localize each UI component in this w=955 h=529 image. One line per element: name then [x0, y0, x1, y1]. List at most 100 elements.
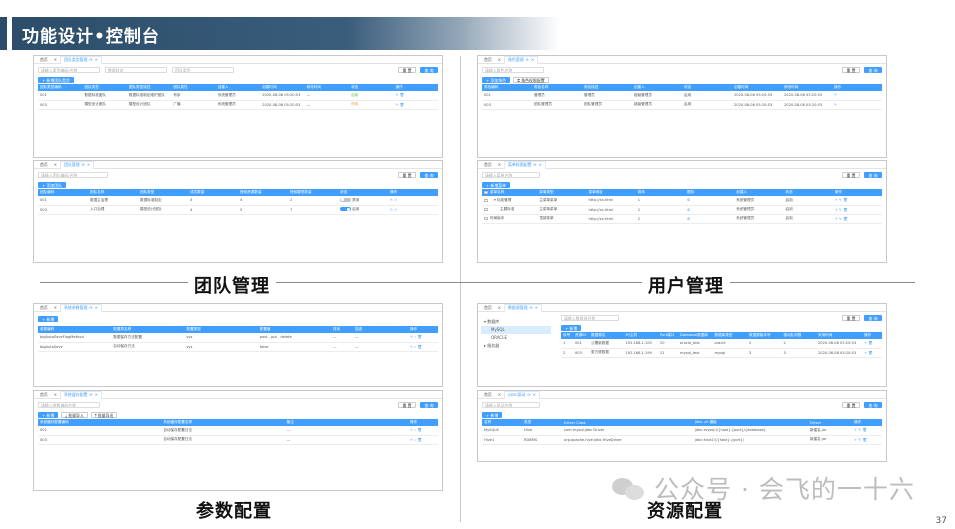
table-row[interactable]: 布局版本 顶部菜单 http://xx.html 2 ⚙ 系统管理员 启用 + ✎ 🗑	[482, 214, 882, 224]
search-icon[interactable]: ⌕	[414, 335, 416, 339]
delete-icon[interactable]: 🗑	[417, 345, 422, 349]
delete-icon[interactable]: 🗑	[417, 335, 422, 339]
tab-close-icon[interactable]: ✕	[51, 161, 60, 169]
plus-icon[interactable]: +	[410, 428, 413, 432]
delete-icon[interactable]: 🗑	[843, 198, 848, 202]
edit-icon[interactable]: ✎	[858, 428, 861, 432]
tree-node-server[interactable]: ▸ 服务器	[481, 342, 551, 350]
select-status[interactable]: 数据状态	[105, 66, 167, 73]
delete-icon[interactable]: 🗑	[400, 103, 405, 107]
add-menu-button[interactable]: + 新增菜单	[482, 181, 511, 188]
refresh-icon[interactable]: ⟳	[530, 304, 533, 312]
edit-icon[interactable]: ✎	[410, 335, 413, 339]
tab-home[interactable]: 首页	[481, 56, 495, 64]
reset-button[interactable]: 重 置	[842, 66, 860, 73]
row-checkbox[interactable]	[484, 198, 488, 202]
table-row[interactable]: 主题标准 主菜单菜单 http://xx.html 2 ⚙ 系统管理员 启用 + ✎ 🗑	[482, 205, 882, 215]
batch-export-button[interactable]: ⤒ 批量导出	[90, 411, 118, 418]
table-row[interactable]: 2 003 更方便数据 192.168.1.199 21 mysql_test mysql 3…	[561, 348, 882, 358]
delete-icon[interactable]: 🗑	[417, 428, 422, 432]
tab-active[interactable]: 角色管理 ⟳ ✕	[504, 56, 539, 64]
search-icon[interactable]: ⌕	[414, 428, 416, 432]
status-toggle[interactable]	[340, 207, 351, 211]
edit-icon[interactable]: ✎	[839, 217, 842, 221]
edit-icon[interactable]: ✎	[834, 93, 837, 97]
tab-home[interactable]: 首页	[37, 161, 51, 169]
tab-home[interactable]: 首页	[37, 304, 51, 312]
tree-node-mysql[interactable]: MySQL	[481, 326, 551, 334]
add-team-button[interactable]: + 添加团队	[38, 181, 67, 188]
batch-import-button[interactable]: ⤓ 批量导入	[61, 411, 88, 418]
tab-close-icon[interactable]: ✕	[495, 391, 504, 399]
tab-active[interactable]: 数据源管理 ⟳ ✕	[504, 304, 543, 312]
select-team-type[interactable]: 团队类型	[172, 66, 234, 73]
table-row[interactable]: 003 模型设计团队 模型设计团队 广播 系统管理员 2020-08-08 05:20:5…	[38, 100, 438, 110]
refresh-icon[interactable]: ⟳	[89, 304, 92, 312]
table-row[interactable]: 003 团队管理员 团队管理员 超级管理员 启用 2020-08-08 05:20:53 2…	[482, 100, 882, 110]
status-toggle[interactable]	[340, 197, 351, 202]
table-row[interactable]: 1 001 公署新数据 192.168.1.100 20 oracle_test oracl…	[561, 339, 882, 349]
close-icon[interactable]: ✕	[533, 391, 536, 399]
table-row[interactable]: 001 数据主治理 数据标准制定 3 4 2 禁用 ✎ ⚇	[38, 196, 438, 206]
tab-active[interactable]: 系统参数管理 ⟳ ✕	[60, 304, 102, 312]
tab-active[interactable]: 团队管理 ⟳ ✕	[60, 161, 95, 169]
edit-icon[interactable]: ✎	[410, 345, 413, 349]
close-icon[interactable]: ✕	[87, 161, 90, 169]
add-datasource-button[interactable]: + 新增	[561, 324, 582, 331]
refresh-icon[interactable]: ⟳	[89, 391, 92, 399]
add-button[interactable]: + 新增	[38, 411, 59, 418]
row-checkbox[interactable]	[484, 207, 488, 212]
tab-active[interactable]: 系统缓存配置 ⟳ ✕	[60, 391, 102, 399]
search-input[interactable]: 请输入驱动名称	[482, 401, 540, 408]
refresh-icon[interactable]: ⟳	[527, 391, 530, 399]
table-row[interactable]: 003 自动保存配置日志 — + ⌕ 🗑	[38, 435, 438, 445]
search-input[interactable]: 请输入角色名称	[482, 66, 544, 73]
reset-button[interactable]: 重 置	[398, 171, 416, 178]
plus-icon[interactable]: +	[835, 208, 838, 212]
reset-button[interactable]: 重 置	[842, 401, 860, 408]
edit-icon[interactable]: ✎	[390, 208, 393, 212]
query-button[interactable]: 查 询	[864, 171, 882, 178]
refresh-icon[interactable]: ⟳	[526, 56, 529, 64]
reset-button[interactable]: 重 置	[842, 171, 860, 178]
tab-close-icon[interactable]: ✕	[495, 56, 504, 64]
table-row[interactable]: 001 自动保存配置日志 — + ⌕ 🗑	[38, 426, 438, 436]
reset-button[interactable]: 重 置	[398, 66, 416, 73]
members-icon[interactable]: ⚇	[394, 208, 397, 212]
edit-icon[interactable]: ✎	[839, 208, 842, 212]
edit-icon[interactable]: ✎	[858, 438, 861, 442]
query-button[interactable]: 查 询	[420, 66, 438, 73]
plus-icon[interactable]: +	[410, 438, 413, 442]
edit-icon[interactable]: ✎	[396, 93, 399, 97]
query-button[interactable]: 查 询	[864, 66, 882, 73]
delete-icon[interactable]: 🗑	[400, 93, 405, 97]
close-icon[interactable]: ✕	[535, 304, 538, 312]
table-row[interactable]: ▾ 标准管理 主菜单菜单 http://xx.html 1 ⚙ 系统管理员 启用 + ✎ 🗑	[482, 196, 882, 206]
table-row[interactable]: 001 数据标准团队 数据标准制定维护团队 有序 系统管理员 2020-08-08 05:…	[38, 91, 438, 101]
table-row[interactable]: Hive1 RDBMS org.apache.hive.jdbc.HiveDrive…	[482, 435, 882, 445]
query-button[interactable]: 查 询	[864, 314, 882, 321]
plus-icon[interactable]: +	[854, 438, 857, 442]
delete-icon[interactable]: 🗑	[843, 217, 848, 221]
table-row[interactable]: 003 入口治理 模型设计团队 4 5 7 启用 ✎ ⚇	[38, 205, 438, 215]
query-button[interactable]: 查 询	[864, 401, 882, 408]
role-permission-button[interactable]: ⚿ 角色权限配置	[513, 76, 549, 83]
add-driver-button[interactable]: + 新增	[482, 411, 503, 418]
search-input-code[interactable]: 请输入类型编码/名称	[38, 66, 100, 73]
plus-icon[interactable]: +	[854, 428, 857, 432]
query-button[interactable]: 查 询	[420, 171, 438, 178]
table-row[interactable]: bigAutoSaveFlagMethod 数据保存方法配置 sys post , p…	[38, 333, 438, 343]
search-input[interactable]: 请输入团队编码/名称	[38, 171, 108, 178]
tab-close-icon[interactable]: ✕	[495, 304, 504, 312]
tab-home[interactable]: 首页	[37, 56, 51, 64]
tab-active[interactable]: 菜单权限配置 ⟳ ✕	[504, 161, 546, 169]
tab-home[interactable]: 首页	[481, 391, 495, 399]
refresh-icon[interactable]: ⟳	[89, 56, 92, 64]
search-input[interactable]: 请输入数据源名称	[561, 314, 619, 321]
refresh-icon[interactable]: ⟳	[82, 161, 85, 169]
delete-icon[interactable]: 🗑	[843, 208, 848, 212]
plus-icon[interactable]: +	[835, 198, 838, 202]
delete-icon[interactable]: 🗑	[862, 438, 867, 442]
table-row[interactable]: MySQL8 Hive com.mysql.jdbc.Driver jdbc:mysq…	[482, 426, 882, 436]
table-row[interactable]: bigAutoSave 自动保存方法 sys false — — ✎ ⌕ 🗑	[38, 342, 438, 352]
